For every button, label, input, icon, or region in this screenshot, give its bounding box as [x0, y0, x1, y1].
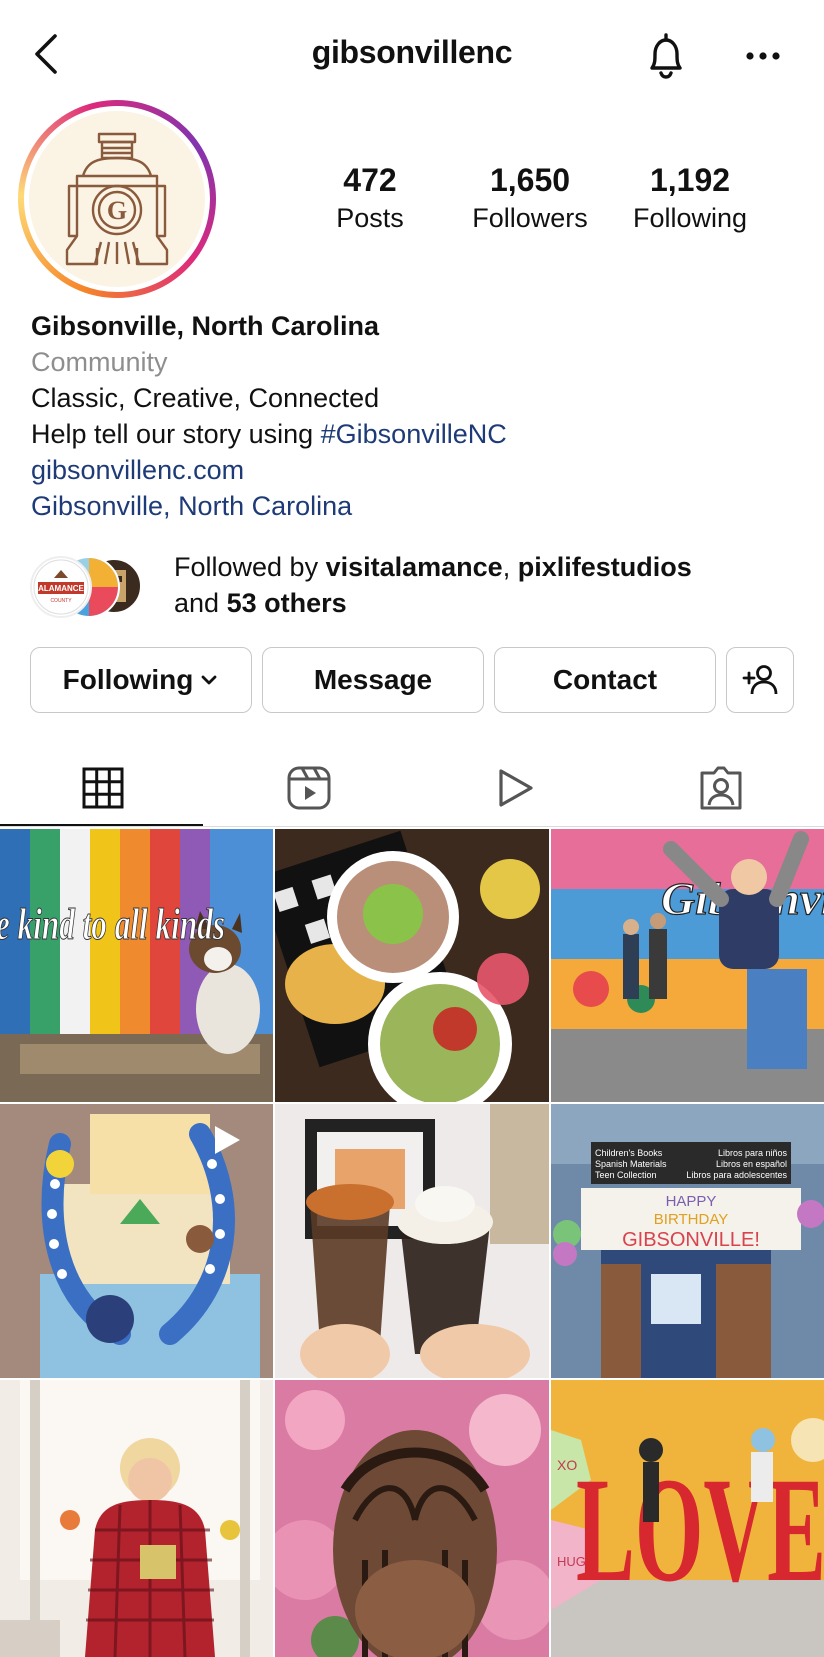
bio-line: Help tell our story using #GibsonvilleNC	[31, 416, 811, 452]
followed-by-text[interactable]: Followed by visitalamance, pixlifestudio…	[174, 549, 692, 621]
profile-name: Gibsonville, North Carolina	[31, 311, 380, 341]
reels-icon	[287, 766, 331, 810]
post-thumbnail[interactable]	[275, 1380, 549, 1657]
following-button[interactable]: Following	[30, 647, 252, 713]
profile-username: gibsonvillenc	[311, 34, 513, 70]
tagged-person-icon	[700, 766, 742, 810]
tab-reels[interactable]	[206, 750, 412, 826]
suggested-people-button[interactable]	[726, 647, 794, 713]
banner-text: HAPPY	[666, 1193, 717, 1210]
followers-count: 1,650	[489, 162, 571, 198]
divider	[0, 826, 824, 827]
following-label: Following	[62, 664, 194, 695]
profile-avatar[interactable]: G	[18, 100, 216, 298]
sign-text: Spanish Materials	[595, 1159, 667, 1169]
post-overlay-text: Be kind to all kinds	[0, 900, 225, 949]
banner-text: BIRTHDAY	[654, 1211, 728, 1228]
sign-text: Libros en español	[716, 1159, 787, 1169]
posts-label: Posts	[336, 203, 404, 233]
mutual-others: 53 others	[226, 588, 347, 618]
posts-stat[interactable]: 472 Posts	[310, 160, 430, 236]
location-link[interactable]: Gibsonville, North Carolina	[31, 488, 811, 524]
post-thumbnail[interactable]	[0, 1104, 273, 1378]
profile-category: Community	[31, 347, 168, 377]
contact-label: Contact	[552, 664, 658, 695]
mutual-user: pixlifestudios	[517, 552, 692, 582]
followers-stat[interactable]: 1,650 Followers	[455, 160, 605, 236]
play-icon	[499, 769, 533, 807]
message-button[interactable]: Message	[262, 647, 484, 713]
avatar-text: ALAMANCE	[38, 584, 84, 593]
notifications-button[interactable]	[638, 28, 694, 84]
tab-grid[interactable]	[0, 750, 206, 826]
post-thumbnail[interactable]	[275, 1104, 549, 1378]
post-overlay-text: LOVE	[576, 1447, 824, 1613]
svg-text:G: G	[107, 196, 127, 225]
more-options-button[interactable]	[740, 36, 786, 76]
chevron-down-icon	[201, 675, 217, 685]
sign-text: Libros para adolescentes	[686, 1170, 787, 1180]
post-thumbnail[interactable]	[275, 829, 549, 1102]
profile-bio: Gibsonville, North Carolina Community Cl…	[31, 308, 811, 524]
sign-text: Children's Books	[595, 1148, 663, 1158]
grid-icon	[82, 767, 124, 809]
heart-text: XO	[557, 1457, 577, 1473]
following-stat[interactable]: 1,192 Following	[615, 160, 765, 236]
bio-text: Help tell our story using	[31, 419, 321, 449]
avatar: ALAMANCE COUNTY	[30, 556, 92, 618]
following-count: 1,192	[649, 162, 731, 198]
post-thumbnail[interactable]	[0, 1380, 273, 1657]
avatar-subtext: COUNTY	[50, 598, 72, 604]
mutual-followers-avatars[interactable]: ALAMANCE COUNTY	[30, 554, 148, 618]
post-thumbnail[interactable]: XO HUGS LOVE	[551, 1380, 824, 1657]
more-horizontal-icon	[746, 52, 780, 60]
add-person-icon	[742, 665, 778, 695]
posts-count: 472	[343, 162, 397, 198]
post-thumbnail[interactable]: Gibsonville	[551, 829, 824, 1102]
sign-text: Libros para niños	[718, 1148, 788, 1158]
tab-videos[interactable]	[412, 750, 618, 826]
banner-text: GIBSONVILLE!	[622, 1229, 760, 1251]
following-label: Following	[632, 203, 748, 233]
website-link[interactable]: gibsonvillenc.com	[31, 452, 811, 488]
train-logo: G	[29, 111, 205, 287]
tab-tagged[interactable]	[618, 750, 824, 826]
contact-button[interactable]: Contact	[494, 647, 716, 713]
mutual-user: visitalamance	[325, 552, 503, 582]
message-label: Message	[313, 664, 433, 695]
post-thumbnail[interactable]: Be kind to all kinds	[0, 829, 273, 1102]
hashtag-link[interactable]: #GibsonvilleNC	[321, 419, 507, 449]
post-thumbnail[interactable]: Children's Books Spanish Materials Teen …	[551, 1104, 824, 1378]
sign-text: Teen Collection	[595, 1170, 657, 1180]
bio-line: Classic, Creative, Connected	[31, 383, 380, 413]
bell-icon	[650, 33, 682, 79]
followers-label: Followers	[472, 203, 588, 233]
